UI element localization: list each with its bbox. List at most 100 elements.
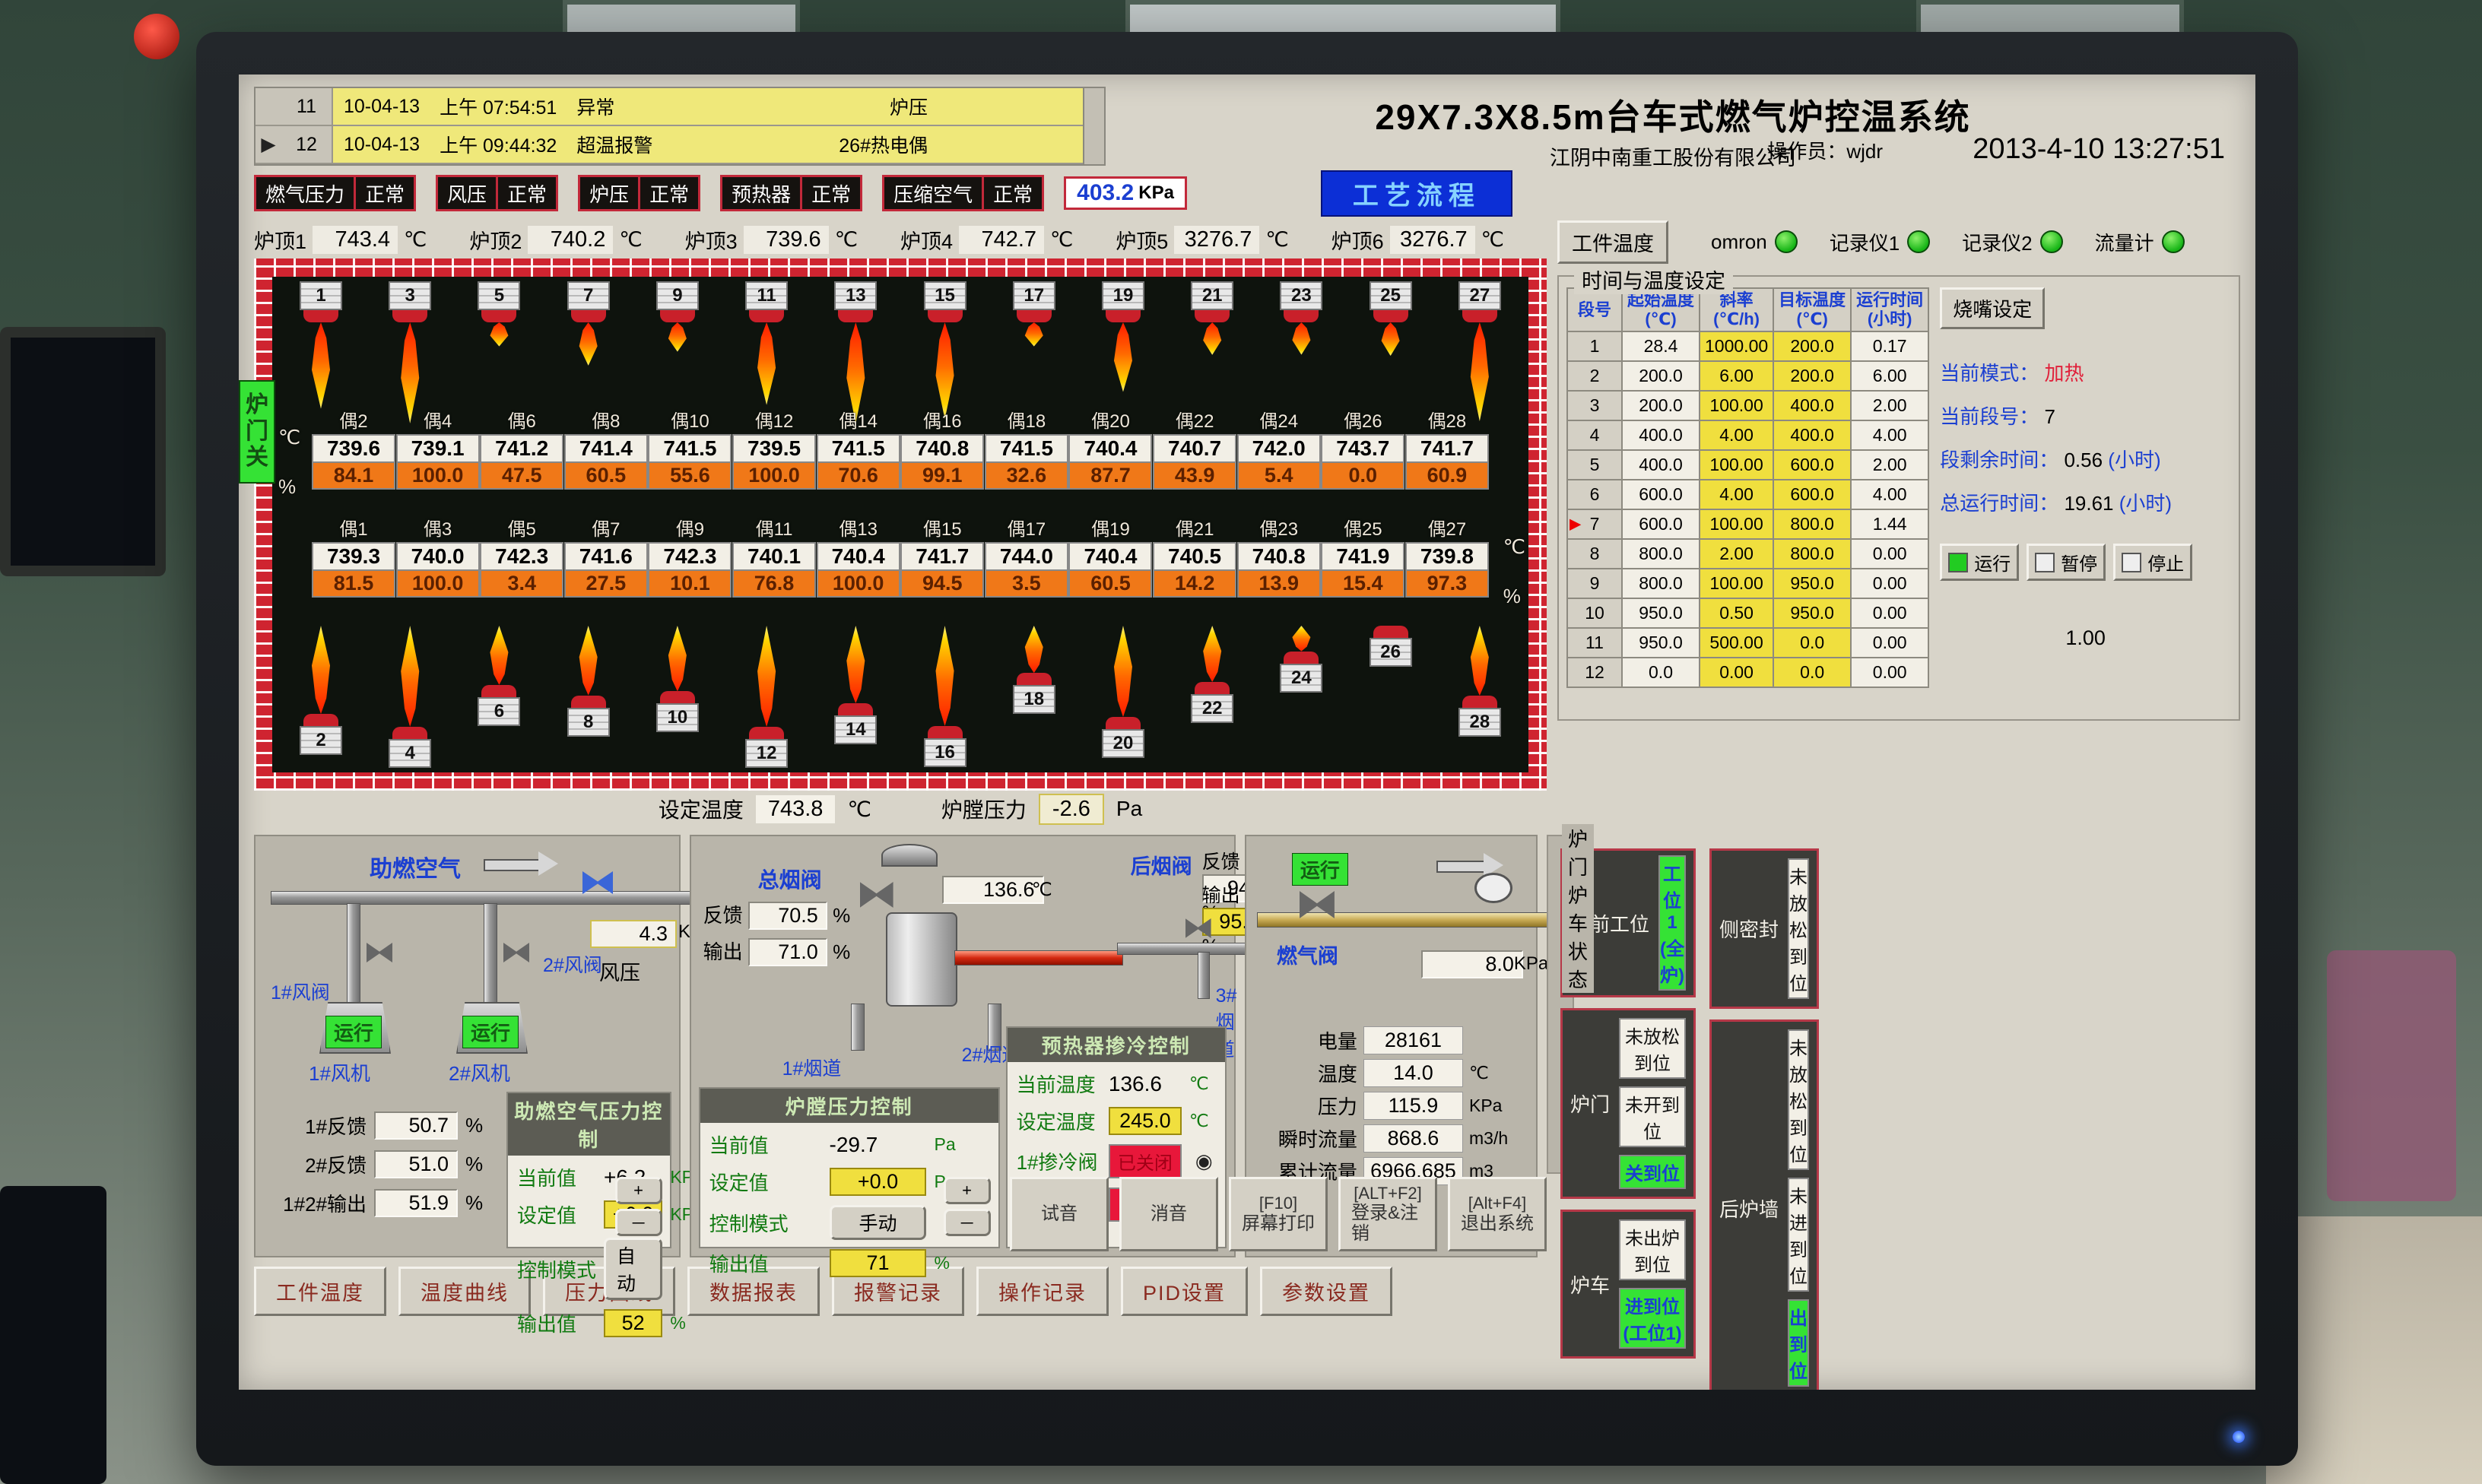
segment-value[interactable]: 0.50 [1700, 598, 1773, 628]
flame-icon [666, 626, 689, 691]
chamber-setpoint-field[interactable]: +0.0 [830, 1168, 927, 1196]
eye-icon[interactable]: ◉ [1195, 1149, 1216, 1173]
segment-row[interactable]: 4400.04.00400.04.00 [1567, 420, 1928, 450]
burner-nozzle-icon [1462, 310, 1497, 322]
chamber-output-field[interactable]: 71 [830, 1249, 927, 1277]
segment-value[interactable]: 4.00 [1700, 480, 1773, 509]
segment-row[interactable]: 7▶600.0100.00800.01.44 [1567, 509, 1928, 539]
segment-row[interactable]: 8800.02.00800.00.00 [1567, 539, 1928, 569]
segment-value[interactable]: 100.00 [1700, 569, 1773, 598]
segment-row[interactable]: 10950.00.50950.00.00 [1567, 598, 1928, 628]
segment-value[interactable]: 100.00 [1700, 509, 1773, 539]
segment-value[interactable]: 200.0 [1773, 361, 1851, 391]
segment-number: 4 [1567, 420, 1622, 450]
thermocouple-output-pct: 81.5 [312, 571, 395, 598]
run-control-button-停止[interactable]: 停止 [2113, 544, 2192, 581]
burner-nozzle-icon [928, 310, 963, 322]
run-control-button-运行[interactable]: 运行 [1940, 544, 2019, 581]
air-valve2-icon[interactable] [503, 943, 529, 962]
segment-value[interactable]: 950.0 [1773, 569, 1851, 598]
air-output-field[interactable]: 52 [604, 1309, 662, 1337]
segment-value[interactable]: 400.0 [1773, 420, 1851, 450]
nav-button-工件温度[interactable]: 工件温度 [254, 1267, 386, 1316]
alarm-row[interactable]: ▶1210-04-13上午 09:44:32超温报警26#热电偶 [256, 126, 1083, 164]
segment-value: 28.4 [1622, 331, 1700, 361]
system-button-消音[interactable]: 消音 [1119, 1177, 1218, 1251]
alarm-scrollbar[interactable] [1084, 87, 1106, 166]
system-button-屏幕打印[interactable]: [F10]屏幕打印 [1229, 1177, 1328, 1251]
chamber-output-plus-button[interactable]: + [944, 1177, 991, 1204]
thermocouple-readout: 偶12739.5100.0 [732, 406, 816, 490]
segment-value: 200.0 [1622, 361, 1700, 391]
fan-feedback-value: 50.7 [374, 1111, 458, 1140]
flame-icon [934, 322, 957, 419]
segment-value[interactable]: 600.0 [1773, 480, 1851, 509]
segment-value[interactable]: 100.00 [1700, 450, 1773, 480]
thermocouple-readout: 偶2739.684.1 [312, 406, 395, 490]
segment-row[interactable]: 9800.0100.00950.00.00 [1567, 569, 1928, 598]
alarm-time: 上午 09:44:32 [440, 131, 557, 158]
segment-row[interactable]: 3200.0100.00400.02.00 [1567, 391, 1928, 420]
run-control-button-暂停[interactable]: 暂停 [2027, 544, 2106, 581]
thermocouple-temp: 740.5 [1153, 542, 1236, 571]
segment-value[interactable]: 950.0 [1773, 598, 1851, 628]
alarm-list[interactable]: 1110-04-13上午 07:54:51异常炉压▶1210-04-13上午 0… [254, 87, 1106, 166]
segment-value[interactable]: 200.0 [1773, 331, 1851, 361]
alarm-row[interactable]: 1110-04-13上午 07:54:51异常炉压 [256, 88, 1083, 126]
segment-table[interactable]: 段号起始温度(℃)斜率(℃/h)目标温度(℃)运行时间(小时) 128.4100… [1566, 287, 1929, 688]
furnace-door-status-tag: 炉门关 [239, 380, 275, 484]
segment-value[interactable]: 0.00 [1700, 658, 1773, 687]
air-output-minus-button[interactable]: － [615, 1209, 662, 1236]
thermocouple-readout: 偶23740.813.9 [1237, 514, 1321, 598]
segment-row[interactable]: 6600.04.00600.04.00 [1567, 480, 1928, 509]
segment-value[interactable]: 4.00 [1700, 420, 1773, 450]
segment-value: 800.0 [1622, 569, 1700, 598]
segment-row[interactable]: 128.41000.00200.00.17 [1567, 331, 1928, 361]
segment-value[interactable]: 800.0 [1773, 509, 1851, 539]
segment-value[interactable]: 500.00 [1700, 628, 1773, 658]
alarm-tag: 炉压 [890, 93, 1072, 120]
segment-row[interactable]: 120.00.000.00.00 [1567, 658, 1928, 687]
burner-settings-button[interactable]: 烧嘴设定 [1940, 287, 2045, 329]
roof-temp-value: 740.2 [528, 226, 613, 254]
flame-icon [666, 322, 689, 352]
preheat-setpoint-field[interactable]: 245.0 [1109, 1107, 1182, 1135]
segment-value[interactable]: 600.0 [1773, 450, 1851, 480]
segment-value[interactable]: 800.0 [1773, 539, 1851, 569]
chamber-mode-button[interactable]: 手动 [830, 1205, 927, 1240]
burner: 22 [1171, 626, 1253, 768]
segment-value[interactable]: 0.0 [1773, 628, 1851, 658]
segment-value[interactable]: 400.0 [1773, 391, 1851, 420]
air-mode-button[interactable]: 自动 [604, 1238, 662, 1300]
segment-value[interactable]: 6.00 [1700, 361, 1773, 391]
flame-icon [1468, 626, 1491, 696]
burner: 24 [1260, 626, 1342, 768]
air-output-plus-button[interactable]: + [615, 1177, 662, 1204]
segment-value[interactable]: 1000.00 [1700, 331, 1773, 361]
burner: 12 [725, 626, 808, 768]
gas-meter-unit: ℃ [1469, 1063, 1522, 1083]
system-button-登录&注销[interactable]: [ALT+F2]登录&注销 [1338, 1177, 1437, 1251]
process-flow-button[interactable]: 工艺流程 [1321, 170, 1512, 217]
workpiece-temp-button[interactable]: 工件温度 [1557, 220, 1668, 264]
chamber-output-minus-button[interactable]: － [944, 1209, 991, 1236]
segment-row[interactable]: 11950.0500.000.00.00 [1567, 628, 1928, 658]
air-valve1-icon[interactable] [367, 943, 392, 962]
checkbox-square-icon [2122, 553, 2141, 572]
nav-button-参数设置[interactable]: 参数设置 [1260, 1267, 1392, 1316]
segment-value[interactable]: 100.00 [1700, 391, 1773, 420]
thermocouple-readout: 偶7741.627.5 [564, 514, 648, 598]
alarm-type: 异常 [576, 93, 614, 120]
main-flue-valve-icon[interactable] [860, 882, 893, 908]
segment-value[interactable]: 0.0 [1773, 658, 1851, 687]
segment-row[interactable]: 5400.0100.00600.02.00 [1567, 450, 1928, 480]
thermocouple-output-pct: 32.6 [985, 463, 1068, 490]
rear-flue-valve-icon[interactable] [1185, 918, 1211, 938]
segment-row[interactable]: 2200.06.00200.06.00 [1567, 361, 1928, 391]
nav-button-PID设置[interactable]: PID设置 [1121, 1267, 1248, 1316]
system-button-退出系统[interactable]: [Alt+F4]退出系统 [1448, 1177, 1547, 1251]
thermocouple-temp: 741.7 [1405, 434, 1489, 463]
thermocouple-output-pct: 100.0 [732, 463, 816, 490]
segment-value[interactable]: 2.00 [1700, 539, 1773, 569]
system-button-试音[interactable]: 试音 [1010, 1177, 1109, 1251]
